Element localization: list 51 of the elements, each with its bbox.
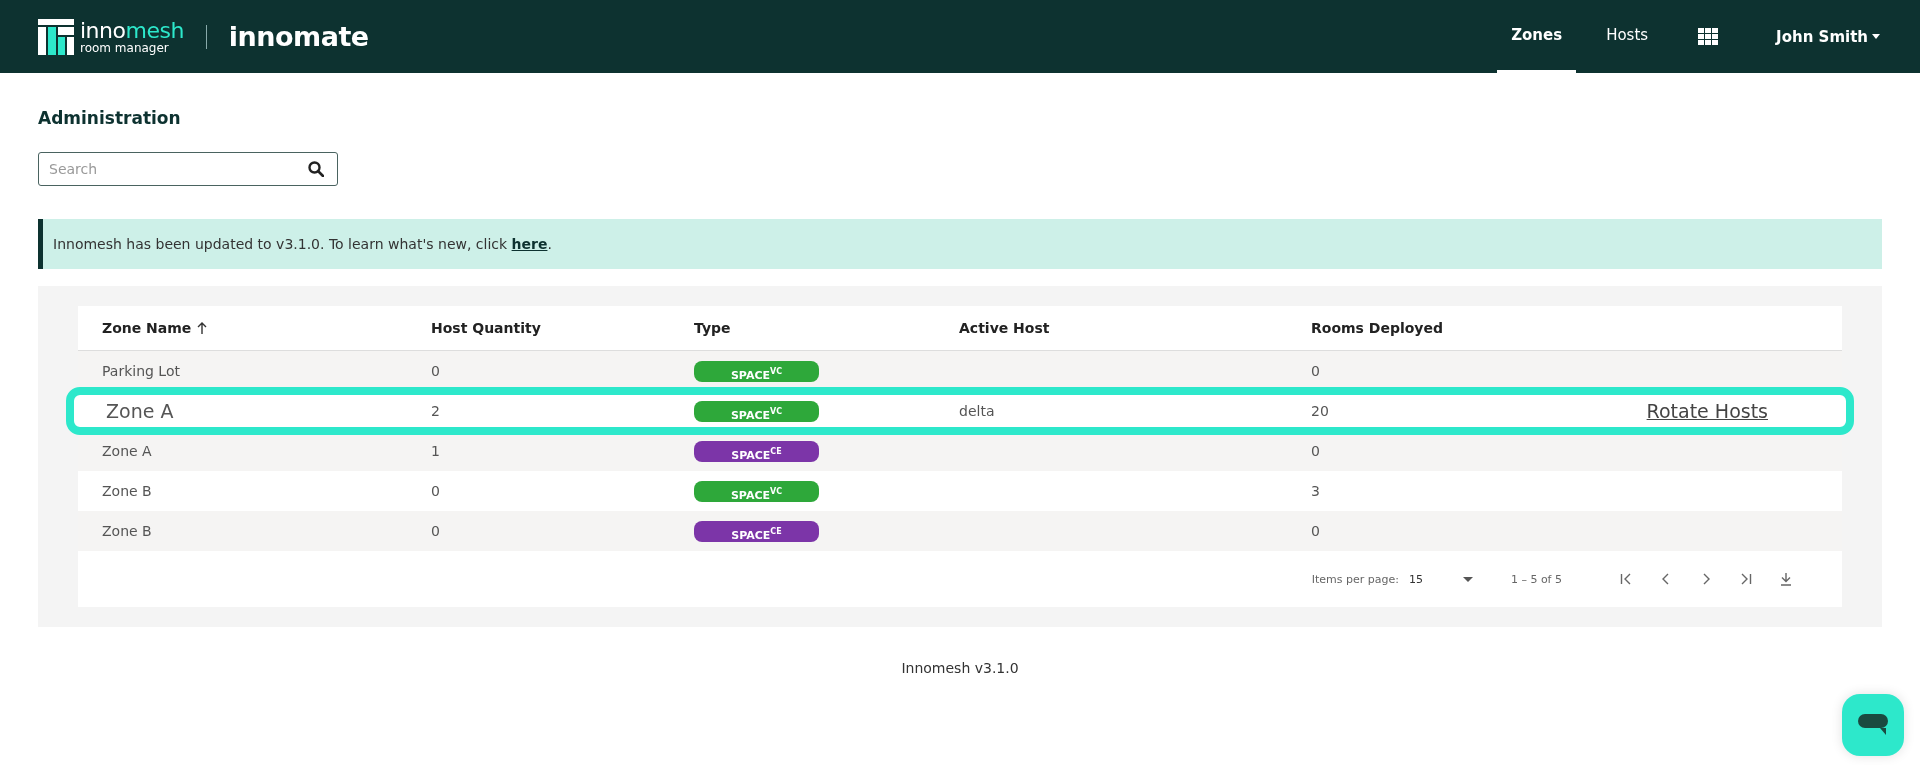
here-link[interactable]: here <box>511 236 548 252</box>
logo-icon <box>38 18 74 55</box>
page-range: 1 – 5 of 5 <box>1510 572 1562 586</box>
last-page-icon[interactable] <box>1740 573 1752 585</box>
items-per-page-label: Items per page: <box>1311 572 1399 586</box>
version-text: Innomesh v3.1.0 <box>900 660 1020 676</box>
brand-name: innomesh <box>80 19 184 42</box>
host-quantity: 0 <box>431 523 441 539</box>
search-field[interactable]: Search <box>38 152 338 186</box>
active-host: delta <box>959 403 995 419</box>
column-header[interactable]: Host Quantity <box>431 320 694 336</box>
dropdown-caret-icon[interactable] <box>1462 576 1473 582</box>
column-header[interactable]: Rooms Deployed <box>1311 320 1598 336</box>
host-quantity: 0 <box>431 363 441 379</box>
rooms-deployed: 3 <box>1311 483 1321 499</box>
host-quantity: 1 <box>431 443 441 459</box>
zone-name: Zone A <box>102 443 153 459</box>
column-header[interactable]: Active Host <box>959 320 1311 336</box>
chat-button[interactable] <box>1842 694 1904 756</box>
page-size-select[interactable]: 15 <box>1408 572 1473 586</box>
zone-name: Zone B <box>102 523 153 539</box>
banner-text: Innomesh has been updated to v3.1.0. To learn what's new, click here. <box>53 236 552 252</box>
page-title: Administration <box>38 108 182 128</box>
caret-icon[interactable] <box>1872 34 1880 39</box>
type-tag: SPACE$^{VC}$ <box>694 480 819 502</box>
zone-name: Zone B <box>102 483 153 499</box>
rooms-deployed: 0 <box>1311 363 1321 379</box>
download-icon[interactable] <box>1780 572 1792 586</box>
rooms-deployed: 0 <box>1311 523 1321 539</box>
zone-name: Zone A <box>105 400 175 422</box>
nav-tab[interactable]: Zones <box>1497 0 1577 73</box>
host-quantity: 0 <box>431 483 441 499</box>
column-header[interactable]: Zone Name <box>102 320 431 336</box>
rooms-deployed: 0 <box>1311 443 1321 459</box>
column-header[interactable]: Type <box>694 320 959 336</box>
chat-bubble-icon <box>1858 714 1888 736</box>
search-icon[interactable] <box>308 161 324 177</box>
rotate-hosts-link[interactable]: Rotate Hosts <box>1646 400 1768 422</box>
type-tag: SPACE$^{VC}$ <box>694 400 819 422</box>
type-tag: SPACE$^{CE}$ <box>694 520 819 542</box>
user-menu[interactable]: John Smith <box>1754 0 1882 73</box>
host-quantity: 2 <box>431 403 441 419</box>
zone-name: Parking Lot <box>102 363 181 379</box>
nav-tab[interactable]: Hosts <box>1592 0 1663 73</box>
first-page-icon[interactable] <box>1620 573 1632 585</box>
type-tag: SPACE$^{VC}$ <box>694 360 819 382</box>
grid-icon[interactable] <box>1698 28 1719 45</box>
product-name: innomate <box>228 21 369 52</box>
type-tag: SPACE$^{CE}$ <box>694 440 819 462</box>
brand-subtitle: room manager <box>80 41 170 54</box>
rooms-deployed: 20 <box>1311 403 1330 419</box>
